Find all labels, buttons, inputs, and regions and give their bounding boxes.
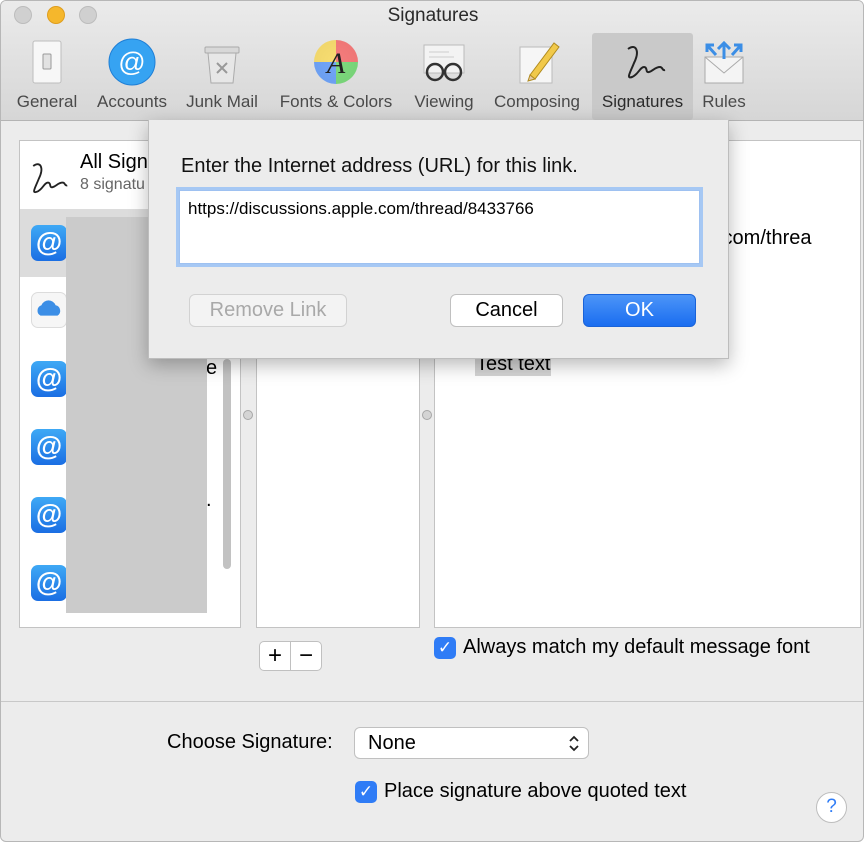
place-above-checkbox[interactable]: ✓ [355, 781, 377, 803]
glasses-icon [423, 44, 465, 82]
preview-url-text: .com/threa [717, 227, 812, 249]
split-divider-handle[interactable] [422, 410, 432, 420]
place-above-label: Place signature above quoted text [384, 780, 687, 802]
signature-icon [626, 45, 665, 79]
title-bar: Signatures General @ Accounts Junk Mail … [1, 1, 863, 121]
at-sign-icon: @ [31, 225, 67, 261]
match-font-label: Always match my default message font [463, 636, 810, 658]
toolbar-accounts[interactable]: @ Accounts [89, 33, 175, 120]
toolbar-fonts-colors-label: Fonts & Colors [279, 92, 393, 111]
toolbar-signatures-label: Signatures [601, 92, 684, 111]
trash-bin-icon [204, 46, 240, 84]
toolbar-general-label: General [16, 92, 78, 111]
svg-text:A: A [325, 47, 346, 80]
light-switch-icon [32, 40, 62, 84]
at-sign-icon: @ [31, 497, 67, 533]
chevron-updown-icon [569, 735, 579, 752]
cloud-icon [37, 300, 61, 316]
match-font-checkbox[interactable]: ✓ [434, 637, 456, 659]
toolbar-rules-label: Rules [702, 92, 746, 111]
signature-icon [32, 163, 68, 194]
add-signature-button[interactable]: + [259, 641, 291, 671]
toolbar-viewing[interactable]: Viewing [407, 33, 481, 120]
help-button[interactable]: ? [816, 792, 847, 823]
signatures-preferences-window: Signatures General @ Accounts Junk Mail … [0, 0, 864, 842]
all-signatures-title: All Sign [80, 151, 148, 173]
all-signatures-count: 8 signatu [80, 176, 145, 193]
toolbar-composing-label: Composing [494, 92, 580, 111]
toolbar-composing[interactable]: Composing [485, 33, 589, 120]
section-divider [1, 701, 863, 702]
url-input[interactable]: https://discussions.apple.com/thread/843… [179, 190, 700, 264]
toolbar-signatures[interactable]: Signatures [592, 33, 693, 120]
toolbar-rules[interactable]: Rules [697, 33, 751, 120]
sheet-prompt: Enter the Internet address (URL) for thi… [181, 155, 578, 177]
ok-button[interactable]: OK [583, 294, 696, 327]
pencil-paper-icon [519, 42, 560, 84]
at-sign-icon: @ [31, 429, 67, 465]
link-url-sheet: Enter the Internet address (URL) for thi… [148, 120, 729, 359]
svg-text:@: @ [118, 47, 145, 77]
accounts-scrollbar[interactable] [223, 359, 231, 569]
window-title: Signatures [387, 5, 479, 26]
toolbar-junk-mail-label: Junk Mail [186, 92, 258, 111]
remove-link-button[interactable]: Remove Link [189, 294, 347, 327]
toolbar-junk-mail[interactable]: Junk Mail [179, 33, 265, 120]
choose-signature-value: None [368, 732, 416, 754]
at-sign-icon: @ [108, 38, 156, 86]
toolbar-viewing-label: Viewing [414, 92, 474, 111]
url-input-value: https://discussions.apple.com/thread/843… [188, 199, 534, 218]
toolbar-general[interactable]: General [9, 33, 85, 120]
toolbar-fonts-colors[interactable]: A Fonts & Colors [269, 33, 403, 120]
at-sign-icon: @ [31, 565, 67, 601]
choose-signature-label: Choose Signature: [167, 731, 333, 753]
account-partial-text: e [206, 357, 218, 379]
rules-envelope-icon [704, 40, 744, 84]
choose-signature-select[interactable]: None [354, 727, 589, 759]
remove-signature-button[interactable]: − [290, 641, 322, 671]
color-font-icon: A [314, 40, 358, 84]
split-divider-handle[interactable] [243, 410, 253, 420]
toolbar-accounts-label: Accounts [97, 92, 167, 111]
cancel-button[interactable]: Cancel [450, 294, 563, 327]
icloud-icon [31, 292, 67, 328]
at-sign-icon: @ [31, 361, 67, 397]
